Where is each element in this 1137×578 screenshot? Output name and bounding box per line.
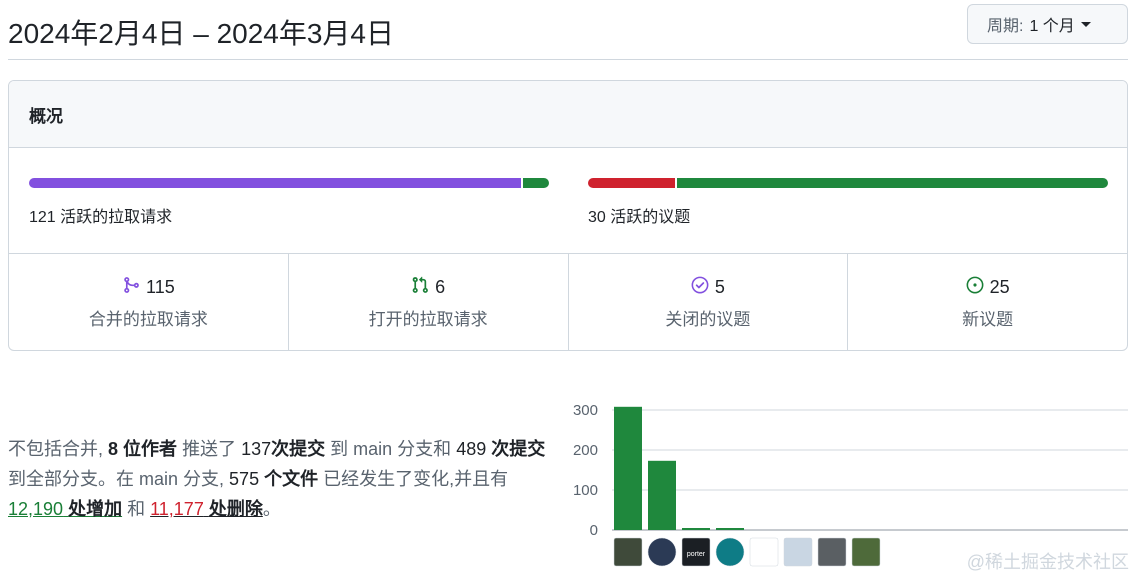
pr-summary-link[interactable]: 121 活跃的拉取请求: [29, 203, 172, 227]
stat-count: 5: [714, 276, 725, 297]
issue-summary-link[interactable]: 30 活跃的议题: [588, 203, 690, 227]
period-label: 周期:: [987, 18, 1024, 35]
y-tick-label: 300: [573, 402, 598, 419]
y-tick-label: 100: [573, 482, 598, 499]
overview-title: 概况: [9, 81, 1127, 148]
contributor-avatar[interactable]: porter: [681, 537, 711, 567]
chart-bar[interactable]: [682, 528, 710, 530]
additions-unit: 处增加: [68, 499, 123, 519]
chart-bar[interactable]: [716, 528, 744, 530]
stat-label: 打开的拉取请求: [368, 309, 488, 329]
stat-count: 6: [435, 276, 446, 297]
commits-main-unit: 次提交: [271, 439, 326, 459]
contributor-avatar[interactable]: [647, 537, 677, 567]
merge-icon: [122, 276, 140, 299]
commits-main-count: 137: [241, 439, 272, 459]
header: 2024年2月4日 – 2024年3月4日 周期: 1 个月: [8, 4, 1128, 60]
issue-closed-segment: [588, 178, 675, 188]
pull-request-icon: [411, 276, 429, 299]
authors-count: 8 位作者: [108, 439, 178, 459]
pr-progress-bar[interactable]: [29, 178, 549, 188]
contributor-avatar[interactable]: [715, 537, 745, 567]
commits-all-count: 489: [456, 439, 487, 459]
contributors-bar-chart: 300 200 100 0 porter: [573, 402, 1128, 567]
date-range-title: 2024年2月4日 – 2024年3月4日: [8, 18, 394, 49]
summary-text: 到 main 分支和: [330, 439, 452, 459]
stat-closed-issues[interactable]: 5 关闭的议题: [569, 254, 849, 350]
pr-merged-segment: [29, 178, 521, 188]
stat-label: 新议题: [962, 309, 1014, 329]
commit-summary-text: 不包括合并, 8 位作者 推送了 137次提交 到 main 分支和 489 次…: [8, 434, 564, 524]
commits-all-unit: 次提交: [491, 439, 546, 459]
stat-count: 115: [146, 276, 175, 297]
contributor-avatar[interactable]: [613, 537, 643, 567]
summary-text: 已经发生了变化,并且有: [323, 469, 509, 489]
period-value: 1 个月: [1029, 18, 1075, 35]
files-count: 575: [229, 469, 260, 489]
summary-text: 到全部分支。在 main 分支,: [8, 469, 225, 489]
stat-open-prs[interactable]: 6 打开的拉取请求: [289, 254, 569, 350]
watermark: @稀土掘金技术社区: [966, 552, 1129, 572]
stat-label: 关闭的议题: [665, 309, 751, 329]
deletions-unit: 处删除: [208, 499, 263, 519]
svg-text:porter: porter: [687, 551, 706, 558]
period-select-button[interactable]: 周期: 1 个月: [967, 4, 1128, 44]
files-unit: 个文件: [264, 469, 319, 489]
summary-text: 不包括合并,: [8, 439, 104, 459]
additions-count: 12,190: [8, 499, 64, 519]
summary-text: 和: [127, 499, 146, 519]
issue-closed-icon: [691, 276, 709, 299]
stat-merged-prs[interactable]: 115 合并的拉取请求: [9, 254, 289, 350]
additions-link[interactable]: 12,190 处增加: [8, 499, 122, 519]
chevron-down-icon: [1080, 21, 1091, 27]
contributor-avatar[interactable]: [817, 537, 847, 567]
chart-bar[interactable]: [648, 460, 676, 530]
contributor-avatar[interactable]: [749, 537, 779, 567]
deletions-count: 11,177: [150, 499, 204, 519]
issue-progress-bar[interactable]: [588, 178, 1108, 188]
stats-row: 115 合并的拉取请求 6 打开的拉取请求 5 关闭的议题 25 新议题: [9, 254, 1127, 350]
y-tick-label: 200: [573, 442, 598, 459]
pr-open-segment: [523, 178, 549, 188]
summary-text: 。: [262, 499, 281, 519]
stat-label: 合并的拉取请求: [88, 309, 208, 329]
overview-panel: 概况 121 活跃的拉取请求 30 活跃的议题 115 合并的拉取请求 6 打开…: [8, 80, 1128, 351]
issue-opened-icon: [966, 276, 984, 299]
stat-new-issues[interactable]: 25 新议题: [848, 254, 1127, 350]
y-tick-label: 0: [590, 522, 598, 539]
overview-bars: 121 活跃的拉取请求 30 活跃的议题: [9, 148, 1127, 254]
contributor-avatar[interactable]: [851, 537, 881, 567]
chart-bar[interactable]: [614, 406, 642, 530]
contributor-avatar[interactable]: [783, 537, 813, 567]
issue-open-segment: [677, 178, 1108, 188]
summary-text: 推送了: [182, 439, 237, 459]
deletions-link[interactable]: 11,177 处删除: [150, 499, 263, 519]
stat-count: 25: [989, 276, 1010, 297]
